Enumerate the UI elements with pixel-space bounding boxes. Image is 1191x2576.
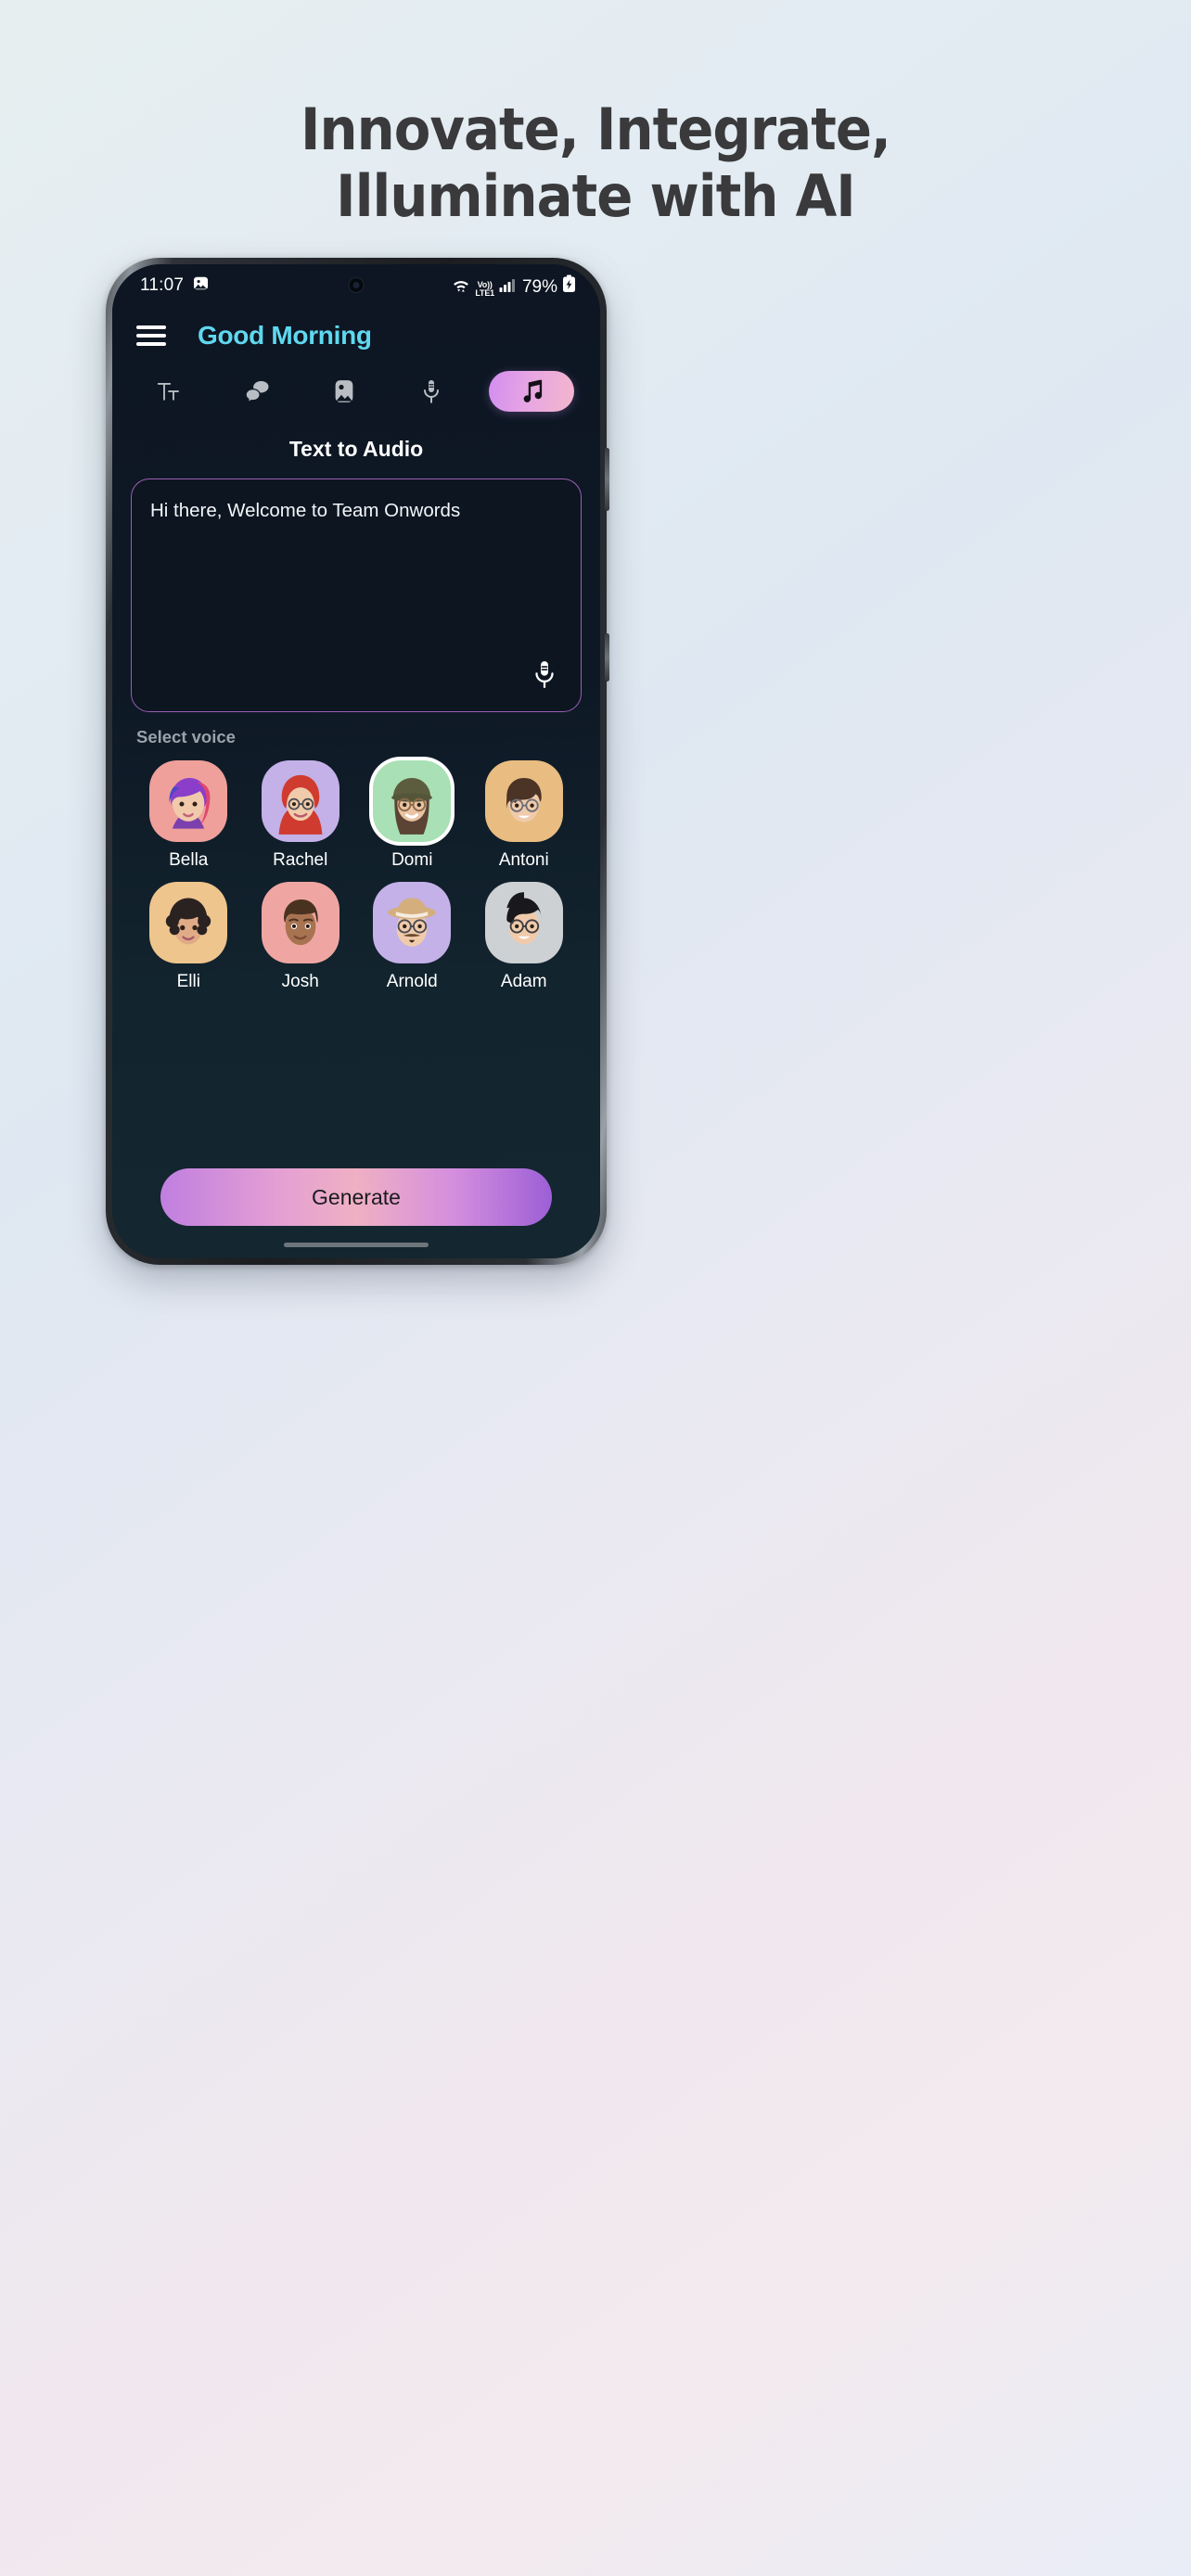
status-bar-left: 11:07 <box>140 274 210 297</box>
memoji-elli <box>166 898 211 945</box>
greeting-title: Good Morning <box>198 321 372 350</box>
tab-voice-to-text[interactable] <box>401 371 462 412</box>
avatar <box>484 760 563 842</box>
voice-option-bella[interactable]: Bella <box>133 760 245 871</box>
tab-text-to-image[interactable] <box>314 371 375 412</box>
tab-text-to-text[interactable] <box>138 371 199 412</box>
voice-name: Arnold <box>386 972 438 991</box>
voice-grid: Bella Rachel Domi Antoni Elli Josh Arnol… <box>133 760 580 992</box>
memoji-bella <box>169 778 211 829</box>
battery-charging-icon <box>562 274 576 298</box>
memoji-antoni <box>506 778 542 823</box>
volte-bottom-label: LTE1 <box>475 287 494 298</box>
hamburger-menu-icon[interactable] <box>136 321 166 351</box>
image-icon <box>192 274 210 297</box>
promo-headline-line-2: Illuminate with AI <box>336 162 856 230</box>
avatar <box>373 882 452 963</box>
app-screen: Good Morning Text to Audio Hi there, Wel… <box>112 264 600 1258</box>
promo-headline-line-1: Innovate, Integrate, <box>300 96 891 163</box>
text-input-card[interactable]: Hi there, Welcome to Team Onwords <box>131 478 582 712</box>
select-voice-label: Select voice <box>136 727 236 746</box>
voice-option-arnold[interactable]: Arnold <box>356 882 468 992</box>
voice-name: Adam <box>500 972 547 991</box>
status-bar-right: Vo)) LTE1 79% <box>452 274 576 298</box>
voice-name: Domi <box>391 850 433 870</box>
microphone-icon[interactable] <box>529 658 560 695</box>
voice-option-antoni[interactable]: Antoni <box>468 760 581 871</box>
memoji-domi <box>391 778 433 835</box>
wifi-icon <box>452 277 470 298</box>
voice-option-rachel[interactable]: Rachel <box>245 760 357 871</box>
avatar <box>149 882 228 963</box>
memoji-rachel <box>278 774 323 835</box>
avatar <box>149 760 228 842</box>
avatar <box>373 760 452 842</box>
phone-screen: Good Morning Text to Audio Hi there, Wel… <box>112 264 600 1258</box>
promo-headline: Innovate, Integrate, Illuminate with AI <box>42 96 1149 230</box>
battery-percent: 79% <box>521 276 557 297</box>
memoji-adam <box>506 892 542 945</box>
voice-name: Bella <box>169 850 209 870</box>
microphone-icon <box>417 377 445 405</box>
voice-option-josh[interactable]: Josh <box>245 882 357 992</box>
cellular-signal-icon <box>499 277 516 298</box>
image-icon <box>330 377 358 405</box>
phone-frame: Good Morning Text to Audio Hi there, Wel… <box>106 258 609 1265</box>
chat-bubbles-icon <box>243 377 271 405</box>
volte-indicator: Vo)) LTE1 <box>475 280 494 298</box>
tab-text-to-audio[interactable] <box>488 371 574 412</box>
memoji-josh <box>283 899 318 946</box>
power-button[interactable] <box>605 633 609 682</box>
generate-button[interactable]: Generate <box>160 1168 552 1226</box>
voice-option-domi[interactable]: Domi <box>356 760 468 871</box>
section-title: Text to Audio <box>288 437 424 461</box>
avatar <box>484 882 563 963</box>
generate-button-container: Generate <box>112 1168 600 1226</box>
voice-name: Josh <box>281 972 319 991</box>
front-camera <box>348 277 365 293</box>
voice-option-elli[interactable]: Elli <box>133 882 245 992</box>
avatar <box>261 760 339 842</box>
voice-name: Rachel <box>273 850 328 870</box>
status-time: 11:07 <box>140 275 185 295</box>
tab-chat[interactable] <box>226 371 288 412</box>
volume-button[interactable] <box>605 448 609 511</box>
avatar <box>261 882 339 963</box>
home-indicator[interactable] <box>284 1243 429 1247</box>
music-note-icon <box>518 377 545 405</box>
voice-option-adam[interactable]: Adam <box>468 882 581 992</box>
voice-name: Antoni <box>498 850 549 870</box>
text-format-icon <box>155 377 183 405</box>
app-bar: Good Morning <box>112 307 600 364</box>
mode-tab-bar <box>112 364 600 418</box>
memoji-arnold <box>388 898 436 947</box>
text-input-value[interactable]: Hi there, Welcome to Team Onwords <box>150 498 562 524</box>
voice-name: Elli <box>176 972 200 991</box>
